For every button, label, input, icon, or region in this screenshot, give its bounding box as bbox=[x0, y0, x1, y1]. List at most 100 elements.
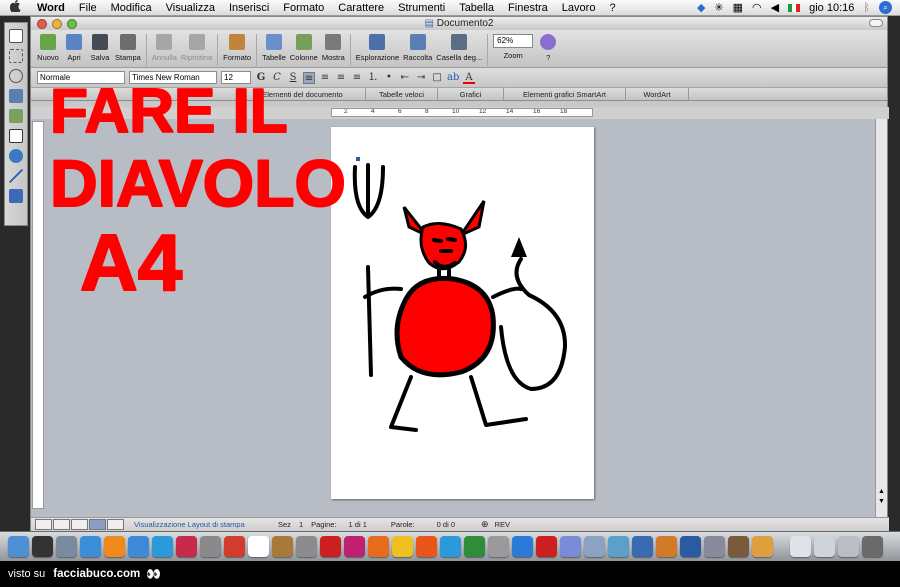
marquee-tool-icon[interactable] bbox=[9, 49, 23, 63]
dropbox-icon[interactable]: ◆ bbox=[697, 1, 705, 14]
menu-tabella[interactable]: Tabella bbox=[452, 2, 501, 14]
print-layout-view-button[interactable] bbox=[89, 519, 106, 530]
tab-document-elements[interactable]: Elementi del documento bbox=[239, 88, 365, 101]
spaces-icon[interactable]: ▦ bbox=[733, 1, 743, 14]
zoom-control[interactable]: 62% Zoom bbox=[493, 34, 534, 60]
menu-file[interactable]: File bbox=[72, 2, 104, 14]
publishing-view-button[interactable] bbox=[71, 519, 88, 530]
spotlight-icon[interactable]: ⌕ bbox=[879, 1, 892, 14]
earth-icon[interactable] bbox=[464, 536, 485, 557]
sun-icon[interactable] bbox=[392, 536, 413, 557]
clipart-tool-icon[interactable] bbox=[9, 109, 23, 123]
outline-view-button[interactable] bbox=[53, 519, 70, 530]
italic-button[interactable]: C bbox=[271, 72, 283, 84]
toolbar-casella-deg-button[interactable]: Casella deg... bbox=[436, 34, 482, 62]
textbox-tool-icon[interactable] bbox=[9, 129, 23, 143]
zoom-select[interactable]: 62% bbox=[493, 34, 534, 48]
mail-icon[interactable] bbox=[56, 536, 77, 557]
app-m-icon[interactable] bbox=[176, 536, 197, 557]
trash-icon[interactable] bbox=[862, 536, 883, 557]
track-changes-indicator[interactable]: REV bbox=[495, 520, 510, 529]
vertical-scrollbar[interactable]: ▲ ▼ bbox=[875, 119, 887, 517]
indesign-icon[interactable] bbox=[344, 536, 365, 557]
itunes-2-icon[interactable] bbox=[248, 536, 269, 557]
font-color-button[interactable]: A bbox=[463, 72, 475, 84]
highlight-button[interactable]: ab bbox=[447, 72, 459, 84]
input-flag-icon[interactable] bbox=[788, 3, 801, 12]
skype-icon[interactable] bbox=[152, 536, 173, 557]
tab-wordart[interactable]: WordArt bbox=[625, 88, 689, 101]
menu-strumenti[interactable]: Strumenti bbox=[391, 2, 452, 14]
decrease-indent-button[interactable]: ⇤ bbox=[399, 72, 411, 84]
wifi-icon[interactable]: ◠ bbox=[752, 1, 762, 14]
justify-button[interactable]: ≡ bbox=[351, 72, 363, 84]
increase-indent-button[interactable]: ⇥ bbox=[415, 72, 427, 84]
draft-view-button[interactable] bbox=[35, 519, 52, 530]
menu-help[interactable]: ? bbox=[602, 2, 622, 14]
dashboard-icon[interactable] bbox=[32, 536, 53, 557]
turtle-icon[interactable] bbox=[272, 536, 293, 557]
app-s-icon[interactable] bbox=[512, 536, 533, 557]
line-tool-icon[interactable] bbox=[9, 169, 23, 183]
toolbar-tabelle-button[interactable]: Tabelle bbox=[262, 34, 286, 62]
toolbar-nuovo-button[interactable]: Nuovo bbox=[37, 34, 59, 62]
toolbar-salva-button[interactable]: Salva bbox=[89, 34, 111, 62]
scroll-up-arrow[interactable]: ▲ bbox=[878, 488, 885, 495]
picture-tool-icon[interactable] bbox=[9, 89, 23, 103]
scroll-down-arrow[interactable]: ▼ bbox=[878, 498, 885, 505]
safari-icon[interactable] bbox=[80, 536, 101, 557]
cube-tool-icon[interactable] bbox=[9, 189, 23, 203]
library-icon[interactable] bbox=[728, 536, 749, 557]
bold-button[interactable]: G bbox=[255, 72, 267, 84]
scripts-icon[interactable]: ✳ bbox=[714, 1, 723, 14]
firefox-icon[interactable] bbox=[416, 536, 437, 557]
wave-icon[interactable] bbox=[608, 536, 629, 557]
menu-formato[interactable]: Formato bbox=[276, 2, 331, 14]
menu-clock[interactable]: gio 10:16 bbox=[809, 2, 854, 14]
notebook-view-button[interactable] bbox=[107, 519, 124, 530]
tab-charts[interactable]: Grafici bbox=[437, 88, 503, 101]
menu-modifica[interactable]: Modifica bbox=[104, 2, 159, 14]
bluetooth-icon[interactable]: ᛒ bbox=[863, 2, 870, 14]
vertical-ruler[interactable] bbox=[32, 121, 44, 509]
align-right-button[interactable]: ≡ bbox=[335, 72, 347, 84]
menu-word[interactable]: Word bbox=[30, 2, 72, 14]
toolbar-raccolta-button[interactable]: Raccolta bbox=[403, 34, 432, 62]
menu-inserisci[interactable]: Inserisci bbox=[222, 2, 276, 14]
photo-icon[interactable] bbox=[656, 536, 677, 557]
document-icon[interactable] bbox=[790, 536, 811, 557]
numbered-list-button[interactable]: ⒈ bbox=[367, 72, 379, 84]
spellcheck-icon[interactable]: ⊕ bbox=[481, 519, 489, 530]
toolbar-stampa-button[interactable]: Stampa bbox=[115, 34, 141, 62]
vlc-icon[interactable] bbox=[104, 536, 125, 557]
rotate-tool-icon[interactable] bbox=[9, 69, 23, 83]
pdf-icon[interactable] bbox=[320, 536, 341, 557]
menu-lavoro[interactable]: Lavoro bbox=[555, 2, 603, 14]
xcode-icon[interactable] bbox=[680, 536, 701, 557]
toolbar-toggle-button[interactable] bbox=[869, 19, 883, 27]
footer-site[interactable]: facciabuco.com bbox=[53, 568, 140, 580]
select-tool-icon[interactable] bbox=[9, 29, 23, 43]
document-page[interactable] bbox=[331, 127, 594, 499]
toolbar-ripristina-button[interactable]: Ripristina bbox=[181, 34, 212, 62]
skype-2-icon[interactable] bbox=[440, 536, 461, 557]
tab-smartart[interactable]: Elementi grafici SmartArt bbox=[503, 88, 625, 101]
tab-quick-tables[interactable]: Tabelle veloci bbox=[365, 88, 437, 101]
borders-button[interactable]: □ bbox=[431, 72, 443, 84]
style-select[interactable]: Normale bbox=[37, 71, 125, 84]
toolbar-apri-button[interactable]: Apri bbox=[63, 34, 85, 62]
app-x-icon[interactable] bbox=[632, 536, 653, 557]
underline-button[interactable]: S bbox=[287, 72, 299, 84]
toolbar-colonne-button[interactable]: Colonne bbox=[290, 34, 318, 62]
help-button[interactable]: ? bbox=[537, 34, 559, 62]
bulleted-list-button[interactable]: • bbox=[383, 72, 395, 84]
window-icon[interactable] bbox=[814, 536, 835, 557]
finder-icon[interactable] bbox=[8, 536, 29, 557]
horizontal-ruler[interactable]: 2 4 6 8 10 12 14 16 18 bbox=[31, 107, 889, 119]
grid-icon[interactable] bbox=[838, 536, 859, 557]
ical-icon[interactable] bbox=[224, 536, 245, 557]
font-size-select[interactable]: 12 bbox=[221, 71, 251, 84]
menu-carattere[interactable]: Carattere bbox=[331, 2, 391, 14]
font-select[interactable]: Times New Roman bbox=[129, 71, 217, 84]
align-center-button[interactable]: ≡ bbox=[319, 72, 331, 84]
